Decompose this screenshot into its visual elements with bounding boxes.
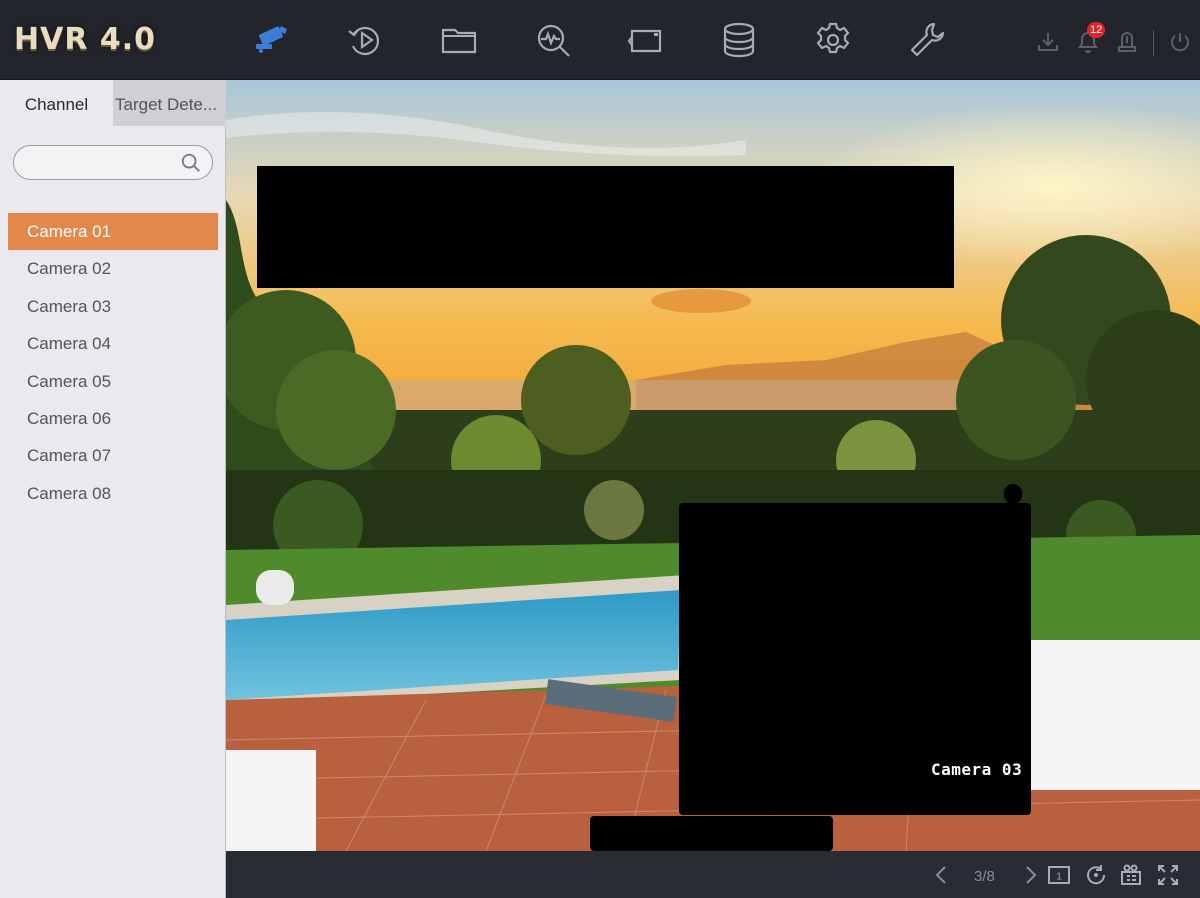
- camera-list-item-04[interactable]: Camera 04: [8, 325, 218, 362]
- account-icon[interactable]: [1113, 28, 1141, 56]
- smart-analysis-icon[interactable]: [531, 18, 575, 62]
- file-management-icon[interactable]: [437, 18, 481, 62]
- privacy-mask-top: [257, 166, 954, 288]
- live-view-bottom-bar: 3/8 1: [226, 851, 1200, 898]
- maintenance-icon[interactable]: [905, 18, 949, 62]
- camera-list-item-03[interactable]: Camera 03: [8, 288, 218, 325]
- playback-icon[interactable]: [343, 18, 387, 62]
- layout-number: 1: [1056, 872, 1062, 883]
- camera-osd-label: Camera 03: [931, 760, 1023, 779]
- camera-list-item-02[interactable]: Camera 02: [8, 250, 218, 287]
- tab-channel[interactable]: Channel: [0, 80, 113, 126]
- storage-icon[interactable]: [717, 18, 761, 62]
- app-logo: HVR 4.0: [14, 22, 157, 57]
- download-icon[interactable]: [1034, 28, 1062, 56]
- live-video-pane[interactable]: Camera 03: [226, 80, 1200, 851]
- pip-drag-handle[interactable]: [1004, 484, 1022, 504]
- single-layout-icon[interactable]: 1: [1046, 862, 1072, 888]
- channel-zero-icon[interactable]: [1118, 862, 1144, 888]
- privacy-mask-bottom: [590, 816, 833, 851]
- camera-list-item-07[interactable]: Camera 07: [8, 437, 218, 474]
- fullscreen-icon[interactable]: [1155, 862, 1181, 888]
- camera-list-item-08[interactable]: Camera 08: [8, 475, 218, 512]
- search-input[interactable]: [28, 153, 173, 173]
- refresh-icon[interactable]: [1083, 862, 1109, 888]
- previous-page-icon[interactable]: [929, 862, 955, 888]
- camera-list-item-05[interactable]: Camera 05: [8, 363, 218, 400]
- sidebar-tabs: Channel Target Dete...: [0, 80, 226, 126]
- camera-search: [13, 145, 213, 180]
- tab-target-detection[interactable]: Target Dete...: [113, 80, 226, 126]
- bell-icon[interactable]: 12: [1074, 22, 1106, 56]
- page-indicator: 3/8: [974, 868, 995, 885]
- camera-management-icon[interactable]: [624, 18, 668, 62]
- hvr-app: HVR 4.0 12 Channel Target Dete... Camera…: [0, 0, 1200, 898]
- camera-list-item-06[interactable]: Camera 06: [8, 400, 218, 437]
- next-page-icon[interactable]: [1017, 862, 1043, 888]
- search-icon[interactable]: [180, 152, 202, 174]
- channel-sidebar: Channel Target Dete... Camera 01 Camera …: [0, 80, 226, 898]
- top-bar: HVR 4.0 12: [0, 0, 1200, 80]
- camera-list: Camera 01 Camera 02 Camera 03 Camera 04 …: [8, 213, 218, 512]
- power-icon[interactable]: [1166, 28, 1194, 56]
- toolbar-divider: [1153, 30, 1154, 56]
- live-view-icon[interactable]: [250, 18, 294, 62]
- camera-list-item-01[interactable]: Camera 01: [8, 213, 218, 251]
- configuration-icon[interactable]: [811, 18, 855, 62]
- alarm-count-badge: 12: [1087, 22, 1106, 38]
